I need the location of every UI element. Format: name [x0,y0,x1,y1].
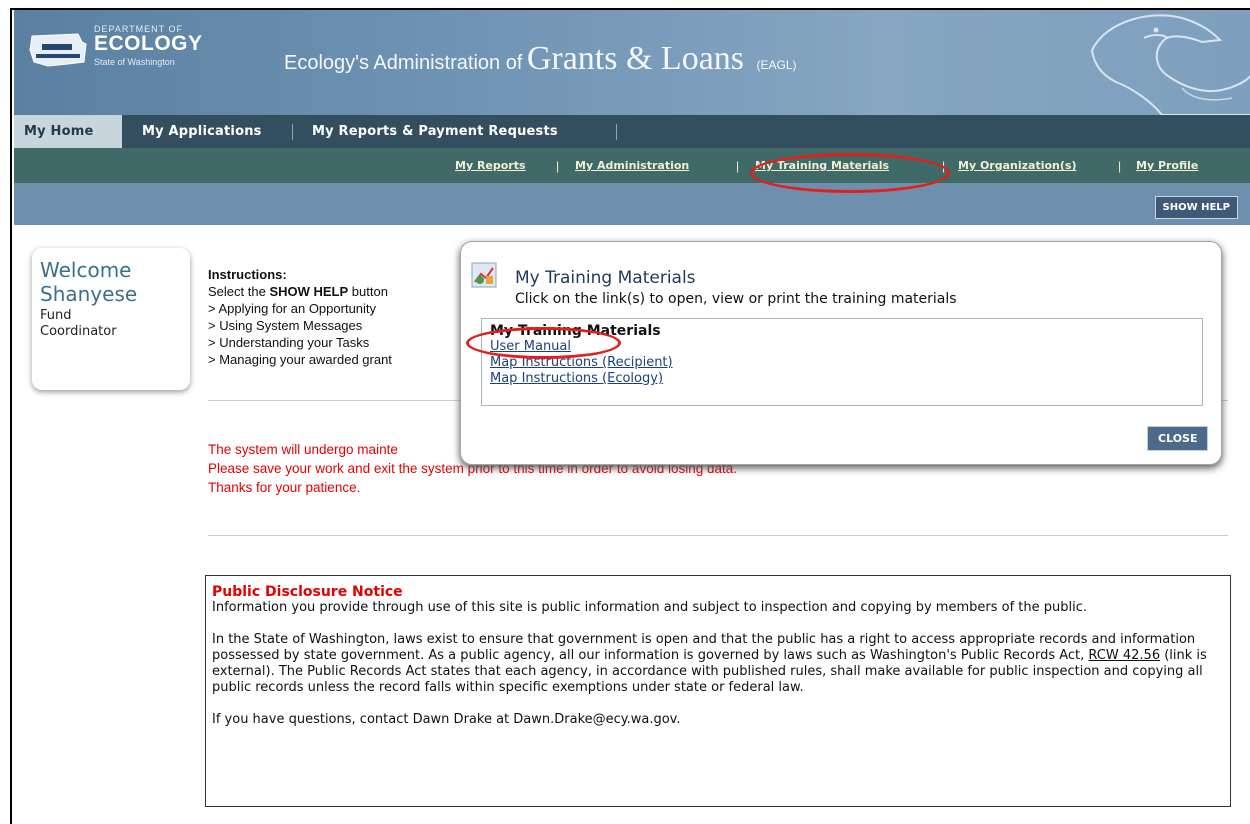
tab-my-home[interactable]: My Home [14,115,122,148]
site-title-prefix: Ecology's Administration of [284,52,523,74]
public-disclosure-notice: Public Disclosure Notice Information you… [205,575,1231,807]
subnav-my-training-materials[interactable]: My Training Materials [755,159,889,172]
instructions-item[interactable]: > Understanding your Tasks [208,334,478,351]
welcome-role-line1: Fund [40,308,72,323]
training-materials-dialog: My Training Materials Click on the link(… [460,241,1222,465]
tab-divider [616,124,617,140]
user-manual-link[interactable]: User Manual [490,339,1194,355]
subnav-my-reports[interactable]: My Reports [455,159,526,172]
subnav-separator: | [556,159,560,173]
subnav-separator: | [736,159,740,173]
instructions-intro: Select the SHOW HELP button [208,283,478,300]
instructions-panel: Instructions: Select the SHOW HELP butto… [208,266,478,368]
instructions-item[interactable]: > Using System Messages [208,317,478,334]
ecology-logo[interactable]: DEPARTMENT OF ECOLOGY State of Washingto… [28,24,208,84]
instructions-intro-text: Select the [208,284,270,299]
notice-title: Public Disclosure Notice [212,584,403,600]
instructions-title: Instructions: [208,267,287,282]
notice-paragraph: Information you provide through use of t… [212,600,1087,615]
site-header: DEPARTMENT OF ECOLOGY State of Washingto… [14,10,1250,115]
map-instructions-recipient-link[interactable]: Map Instructions (Recipient) [490,355,1194,371]
tab-divider [292,124,293,140]
site-title: Ecology's Administration of Grants & Loa… [284,40,797,78]
subnav-my-organizations[interactable]: My Organization(s) [958,159,1076,172]
training-materials-icon [471,262,497,288]
subnav-my-profile[interactable]: My Profile [1136,159,1198,172]
dialog-description: Click on the link(s) to open, view or pr… [515,291,957,307]
site-title-abbr: (EAGL) [756,58,797,72]
map-instructions-ecology-link[interactable]: Map Instructions (Ecology) [490,371,1194,387]
notice-contact: If you have questions, contact Dawn Drak… [212,712,681,727]
tab-my-reports-payment-requests[interactable]: My Reports & Payment Requests [302,115,568,148]
washington-state-icon [29,33,87,67]
main-tab-bar: My Home My Applications My Reports & Pay… [14,115,1250,148]
training-materials-list: My Training Materials User Manual Map In… [481,318,1203,406]
subnav-separator: | [942,159,946,173]
instructions-intro-end: button [348,284,388,299]
show-help-button[interactable]: SHOW HELP [1154,196,1238,219]
list-heading: My Training Materials [490,323,661,339]
logo-state-text: State of Washington [94,57,175,67]
divider [208,535,1228,536]
instructions-item[interactable]: > Managing your awarded grant [208,351,478,368]
notice-paragraph: In the State of Washington, laws exist t… [212,632,1224,696]
logo-ecology-text: ECOLOGY [94,32,203,55]
site-title-main: Grants & Loans [526,40,745,77]
subnav-separator: | [1118,159,1122,173]
maintenance-line: Thanks for your patience. [208,480,361,495]
welcome-user-name: Shanyese [40,282,138,306]
eagle-icon [1090,14,1250,115]
dialog-title: My Training Materials [515,268,696,288]
welcome-greeting: Welcome [40,258,132,282]
welcome-card: Welcome Shanyese Fund Coordinator [32,248,190,390]
instructions-intro-bold: SHOW HELP [269,284,349,299]
instructions-item[interactable]: > Applying for an Opportunity [208,300,478,317]
subnav-my-administration[interactable]: My Administration [575,159,689,172]
close-button[interactable]: CLOSE [1147,426,1209,451]
help-bar: SHOW HELP [14,183,1250,225]
tab-my-applications[interactable]: My Applications [132,115,272,148]
page-frame: DEPARTMENT OF ECOLOGY State of Washingto… [10,8,1250,824]
notice-text: In the State of Washington, laws exist t… [212,632,1196,663]
rcw-link[interactable]: RCW 42.56 [1088,648,1160,663]
sub-navigation: My Reports | My Administration | My Trai… [14,148,1250,183]
welcome-role-line2: Coordinator [40,324,117,339]
